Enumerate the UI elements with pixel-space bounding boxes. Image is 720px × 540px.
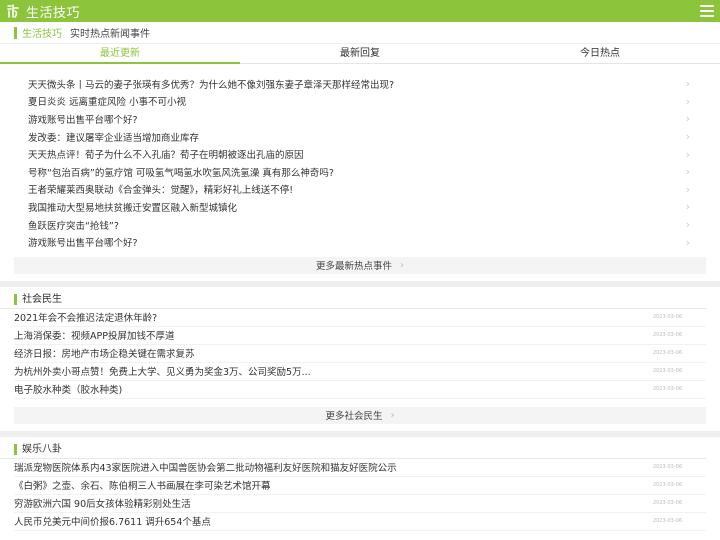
accent-bar	[14, 26, 17, 39]
list-item[interactable]: 游戏账号出售平台哪个好? ›	[28, 233, 706, 251]
list-item-title: 王者荣耀莱西奥联动《合金弹头：觉醒》，精彩好礼上线送不停!	[28, 185, 294, 197]
breadcrumb-page-title: 实时热点新闻事件	[70, 29, 150, 40]
tab-bar: 最近更新 最新回复 今日热点	[0, 44, 720, 64]
list-item[interactable]: 人民币兑美元中间价报6.7611 调升654个基点 2023-03-06	[14, 513, 706, 531]
entertainment-news-list: 瑞派宠物医院体系内43家医院进入中国兽医协会第二批动物福利友好医院和猫友好医院公…	[0, 459, 720, 531]
hot-news-list: 天天微头条丨马云的妻子张瑛有多优秀？为什么她不像刘强东妻子章泽天那样经常出现? ›…	[0, 64, 720, 251]
list-item-date: 2023-03-06	[652, 464, 682, 471]
list-item[interactable]: 瑞派宠物医院体系内43家医院进入中国兽医协会第二批动物福利友好医院和猫友好医院公…	[14, 459, 706, 477]
breadcrumb: 生活技巧 实时热点新闻事件	[0, 22, 720, 44]
more-hot-button[interactable]: 更多最新热点事件 ›	[14, 256, 706, 274]
accent-bar	[14, 293, 17, 305]
list-item-title: 天天微头条丨马云的妻子张瑛有多优秀？为什么她不像刘强东妻子章泽天那样经常出现?	[28, 79, 395, 91]
list-item-title: 夏日炎炎 远离重症风险 小事不可小视	[28, 97, 187, 109]
more-society-button[interactable]: 更多社会民生 ›	[14, 406, 706, 424]
tab-recent-updates[interactable]: 最近更新	[0, 44, 240, 64]
list-item-title: 《白粥》之壶、余石、陈伯桐三人书画展在李可染艺术馆开幕	[14, 481, 271, 493]
list-item[interactable]: 天天微头条丨马云的妻子张瑛有多优秀？为什么她不像刘强东妻子章泽天那样经常出现? ›	[28, 75, 706, 93]
more-society-label: 更多社会民生	[325, 411, 383, 423]
list-item-title: 2021年会不会推迟法定退休年龄?	[14, 313, 158, 325]
list-item-date: 2023-03-06	[652, 482, 682, 489]
list-item[interactable]: 鱼跃医疗突击“抢钱”? ›	[28, 216, 706, 234]
list-item[interactable]: 夏日炎炎 远离重症风险 小事不可小视 ›	[28, 93, 706, 111]
list-item-title: 游戏账号出售平台哪个好?	[28, 114, 138, 126]
list-item[interactable]: 经济日报：房地产市场企稳关键在需求复苏 2023-03-06	[14, 345, 706, 363]
list-item[interactable]: 号称“包治百病”的氢疗馆 可吸氢气喝氢水吹氢风洗氢澡 真有那么神奇吗? ›	[28, 163, 706, 181]
chevron-right-icon: ›	[685, 77, 690, 91]
list-item-title: 穷游欧洲六国 90后女孩体验精彩别处生活	[14, 499, 191, 511]
list-item-title: 经济日报：房地产市场企稳关键在需求复苏	[14, 349, 195, 361]
chevron-right-icon: ›	[685, 165, 690, 179]
list-item-date: 2023-03-06	[652, 386, 682, 393]
accent-bar	[14, 443, 17, 455]
list-item-title: 上海消保委：视频APP投屏加钱不厚道	[14, 331, 175, 343]
list-item-title: 鱼跃医疗突击“抢钱”?	[28, 220, 119, 232]
list-item[interactable]: 我国推动大型易地扶贫搬迁安置区融入新型城镇化 ›	[28, 198, 706, 216]
section-title: 娱乐八卦	[22, 443, 62, 455]
tab-latest-replies[interactable]: 最新回复	[240, 44, 480, 63]
list-item-title: 号称“包治百病”的氢疗馆 可吸氢气喝氢水吹氢风洗氢澡 真有那么神奇吗?	[28, 167, 334, 179]
list-item[interactable]: 电子胶水种类（胶水种类) 2023-03-06	[14, 381, 706, 399]
list-item[interactable]: 2021年会不会推迟法定退休年龄? 2023-03-06	[14, 309, 706, 327]
list-item-title: 瑞派宠物医院体系内43家医院进入中国兽医协会第二批动物福利友好医院和猫友好医院公…	[14, 463, 397, 475]
list-item-title: 我国推动大型易地扶贫搬迁安置区融入新型城镇化	[28, 202, 238, 214]
chevron-right-icon: ›	[685, 235, 690, 249]
list-item[interactable]: 王者荣耀莱西奥联动《合金弹头：觉醒》，精彩好礼上线送不停! ›	[28, 181, 706, 199]
list-item-date: 2023-03-06	[652, 350, 682, 357]
hamburger-menu-icon[interactable]	[700, 5, 714, 17]
section-header-entertainment: 娱乐八卦	[0, 437, 706, 459]
list-item-title: 电子胶水种类（胶水种类)	[14, 385, 123, 397]
tab-today-hot[interactable]: 今日热点	[480, 44, 720, 63]
chevron-right-icon: ›	[685, 218, 690, 232]
list-item[interactable]: 上海消保委：视频APP投屏加钱不厚道 2023-03-06	[14, 327, 706, 345]
chevron-right-icon: ›	[685, 130, 690, 144]
chevron-right-icon: ›	[685, 112, 690, 126]
section-title: 社会民生	[22, 293, 62, 305]
site-title: 生活技巧	[26, 5, 81, 21]
chevron-right-icon: ›	[400, 259, 404, 271]
list-item[interactable]: 为杭州外卖小哥点赞！免费上大学、见义勇为奖金3万、公司奖励5万... 2023-0…	[14, 363, 706, 381]
chevron-right-icon: ›	[685, 182, 690, 196]
list-item-title: 发改委：建议屠宰企业适当增加商业库存	[28, 132, 200, 144]
list-item[interactable]: 《白粥》之壶、余石、陈伯桐三人书画展在李可染艺术馆开幕 2023-03-06	[14, 477, 706, 495]
list-item[interactable]: 发改委：建议屠宰企业适当增加商业库存 ›	[28, 128, 706, 146]
more-hot-label: 更多最新热点事件	[315, 261, 392, 273]
list-item[interactable]: 穷游欧洲六国 90后女孩体验精彩别处生活 2023-03-06	[14, 495, 706, 513]
chevron-right-icon: ›	[685, 200, 690, 214]
list-item-date: 2023-03-06	[652, 314, 682, 321]
list-item-title: 人民币兑美元中间价报6.7611 调升654个基点	[14, 517, 211, 529]
list-item-date: 2023-03-06	[652, 518, 682, 525]
leaf-logo-icon	[6, 3, 20, 19]
society-news-list: 2021年会不会推迟法定退休年龄? 2023-03-06 上海消保委：视频APP投…	[0, 309, 720, 399]
brand[interactable]: 生活技巧	[6, 2, 80, 21]
list-item-title: 为杭州外卖小哥点赞！免费上大学、见义勇为奖金3万、公司奖励5万...	[14, 367, 311, 379]
list-item-date: 2023-03-06	[652, 500, 682, 507]
chevron-right-icon: ›	[390, 409, 395, 421]
list-item[interactable]: 游戏账号出售平台哪个好? ›	[28, 110, 706, 128]
chevron-right-icon: ›	[685, 94, 690, 108]
list-item-date: 2023-03-06	[652, 332, 682, 339]
section-header-society: 社会民生	[0, 287, 706, 309]
top-header: 生活技巧	[0, 0, 720, 22]
list-item-title: 游戏账号出售平台哪个好?	[28, 238, 138, 250]
list-item[interactable]: 天天热点评！荀子为什么不入孔庙？荀子在明朝被逐出孔庙的原因 ›	[28, 145, 706, 163]
list-item-date: 2023-03-06	[652, 368, 682, 375]
chevron-right-icon: ›	[685, 147, 690, 161]
breadcrumb-section-link[interactable]: 生活技巧	[22, 25, 62, 40]
list-item-title: 天天热点评！荀子为什么不入孔庙？荀子在明朝被逐出孔庙的原因	[28, 150, 304, 162]
